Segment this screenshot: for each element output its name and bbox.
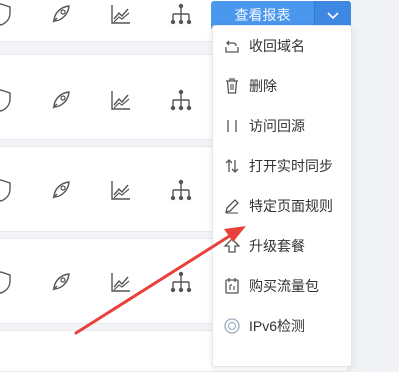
sync-arrows-icon: [223, 157, 241, 175]
chart-icon[interactable]: [108, 177, 134, 203]
menu-item-reclaim-domain[interactable]: 收回域名: [213, 26, 351, 66]
shield-icon[interactable]: [0, 269, 14, 295]
menu-item-label: 购买流量包: [249, 278, 319, 294]
chart-icon[interactable]: [108, 87, 134, 113]
domain-actions-row: [0, 87, 200, 117]
upgrade-icon: [223, 237, 241, 255]
menu-item-delete[interactable]: 删除: [213, 66, 351, 106]
menu-item-realtime-sync[interactable]: 打开实时同步: [213, 146, 351, 186]
topology-icon[interactable]: [168, 269, 194, 295]
rocket-icon[interactable]: [48, 269, 74, 295]
menu-item-label: 升级套餐: [249, 238, 305, 254]
shield-icon[interactable]: [0, 87, 14, 113]
topology-icon[interactable]: [168, 87, 194, 113]
topology-icon[interactable]: [168, 1, 194, 27]
shield-icon[interactable]: [0, 1, 14, 27]
menu-item-origin-access[interactable]: 访问回源: [213, 106, 351, 146]
menu-item-label: 删除: [249, 78, 277, 94]
rocket-icon[interactable]: [48, 87, 74, 113]
origin-access-icon: [223, 117, 241, 135]
menu-item-label: 打开实时同步: [249, 158, 333, 174]
menu-item-upgrade-plan[interactable]: 升级套餐: [213, 226, 351, 266]
pencil-icon: [223, 197, 241, 215]
chevron-down-icon: [327, 11, 339, 19]
rocket-icon[interactable]: [48, 1, 74, 27]
menu-item-label: 特定页面规则: [249, 198, 333, 214]
menu-item-ipv6-check[interactable]: IPv6检测: [213, 306, 351, 346]
trash-icon: [223, 77, 241, 95]
rocket-icon[interactable]: [48, 177, 74, 203]
view-report-label: 查看报表: [234, 6, 291, 23]
domain-actions-row: [0, 177, 200, 207]
chart-icon[interactable]: [108, 269, 134, 295]
menu-item-page-rules[interactable]: 特定页面规则: [213, 186, 351, 226]
traffic-package-icon: [223, 277, 241, 295]
domain-actions-row: [0, 269, 200, 299]
domain-actions-row: [0, 1, 200, 31]
menu-item-buy-traffic[interactable]: 购买流量包: [213, 266, 351, 306]
more-actions-menu: 收回域名 删除 访问回源 打开实时同步 特定页面规则 升级套餐 购买流量包 IP…: [212, 25, 352, 367]
topology-icon[interactable]: [168, 177, 194, 203]
chart-icon[interactable]: [108, 1, 134, 27]
shield-icon[interactable]: [0, 177, 14, 203]
menu-item-label: 收回域名: [249, 38, 305, 54]
menu-item-label: 访问回源: [249, 118, 305, 134]
menu-item-label: IPv6检测: [249, 318, 306, 334]
ipv6-icon: [223, 317, 241, 335]
reclaim-domain-icon: [223, 37, 241, 55]
